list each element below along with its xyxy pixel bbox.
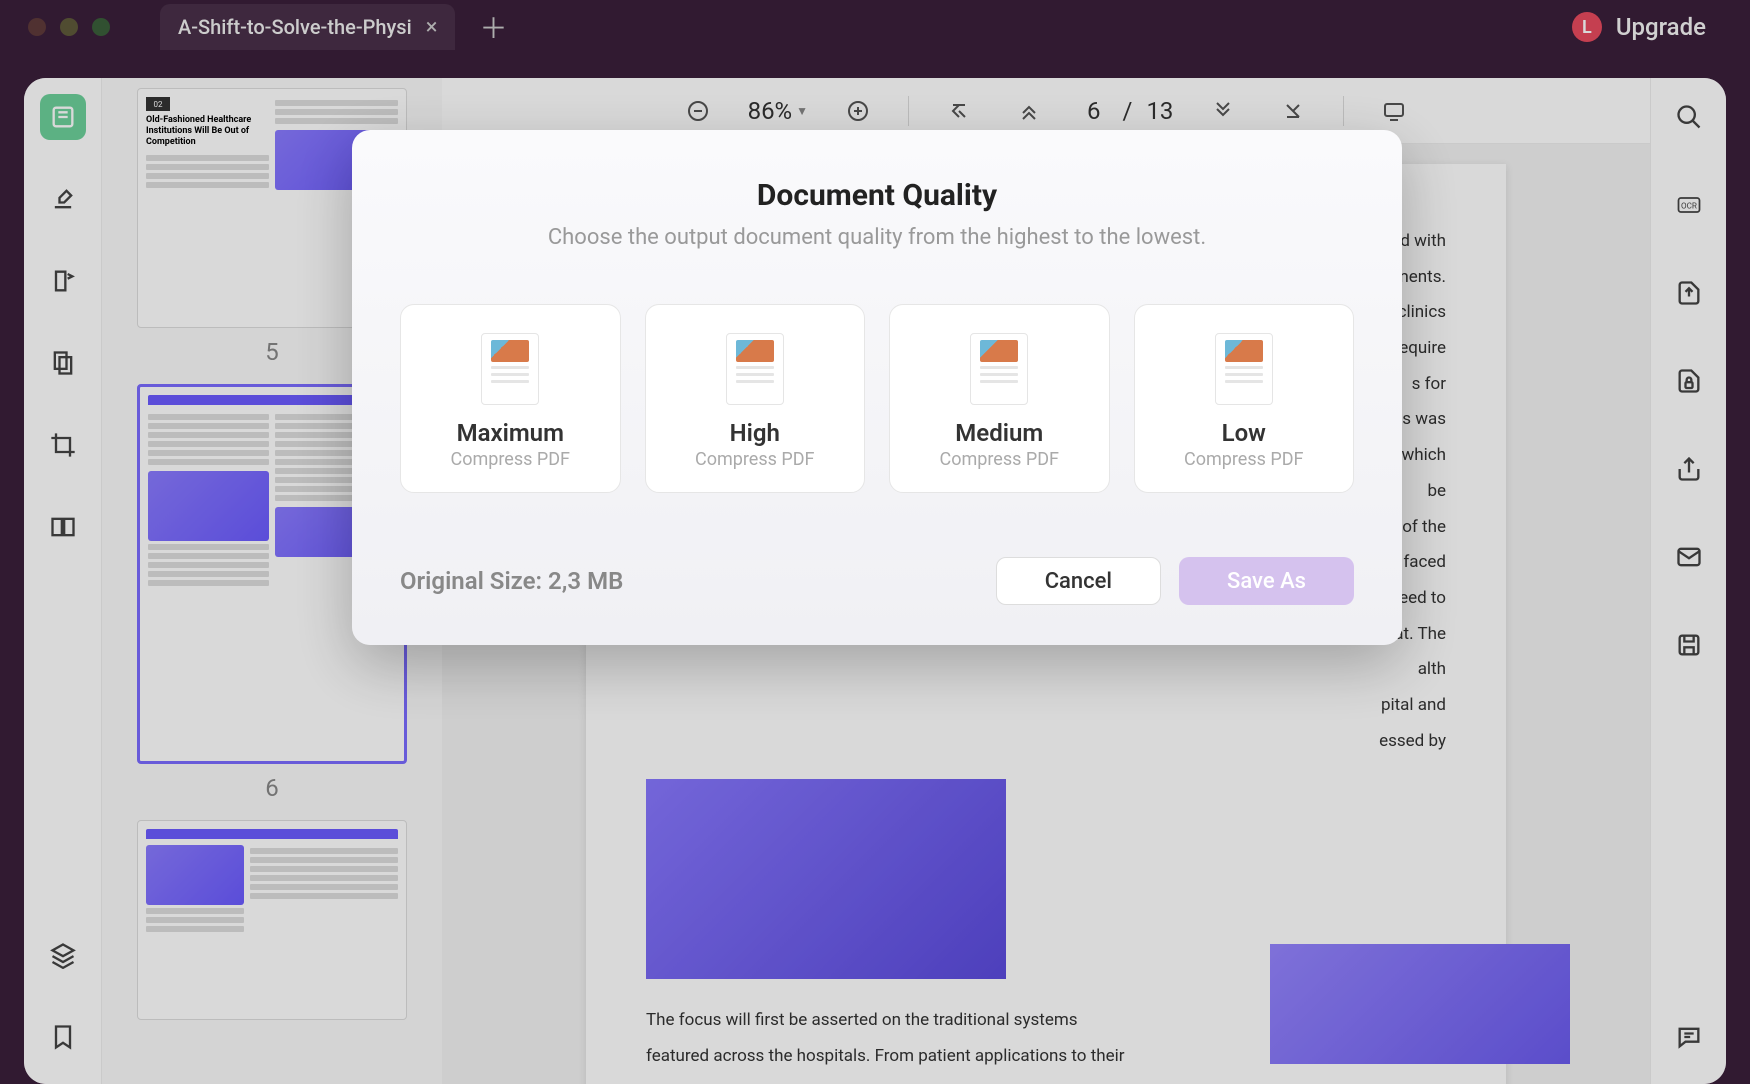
- document-quality-modal: Document Quality Choose the output docum…: [352, 130, 1402, 645]
- quality-maximum[interactable]: Maximum Compress PDF: [400, 304, 621, 493]
- quality-options: Maximum Compress PDF High Compress PDF M…: [400, 304, 1354, 493]
- quality-low[interactable]: Low Compress PDF: [1134, 304, 1355, 493]
- modal-overlay: Document Quality Choose the output docum…: [0, 0, 1750, 1084]
- cancel-button[interactable]: Cancel: [996, 557, 1161, 605]
- option-label: Low: [1222, 419, 1266, 447]
- quality-high[interactable]: High Compress PDF: [645, 304, 866, 493]
- document-icon: [1215, 333, 1273, 405]
- document-icon: [481, 333, 539, 405]
- option-label: Maximum: [457, 419, 564, 447]
- option-label: Medium: [955, 419, 1043, 447]
- document-icon: [970, 333, 1028, 405]
- quality-medium[interactable]: Medium Compress PDF: [889, 304, 1110, 493]
- option-sub: Compress PDF: [695, 449, 815, 470]
- save-as-button[interactable]: Save As: [1179, 557, 1354, 605]
- option-sub: Compress PDF: [1184, 449, 1304, 470]
- document-icon: [726, 333, 784, 405]
- modal-footer: Original Size: 2,3 MB Cancel Save As: [400, 557, 1354, 605]
- original-size-label: Original Size: 2,3 MB: [400, 567, 623, 595]
- modal-subtitle: Choose the output document quality from …: [400, 225, 1354, 250]
- modal-title: Document Quality: [400, 178, 1354, 213]
- option-label: High: [730, 419, 780, 447]
- option-sub: Compress PDF: [450, 449, 570, 470]
- option-sub: Compress PDF: [939, 449, 1059, 470]
